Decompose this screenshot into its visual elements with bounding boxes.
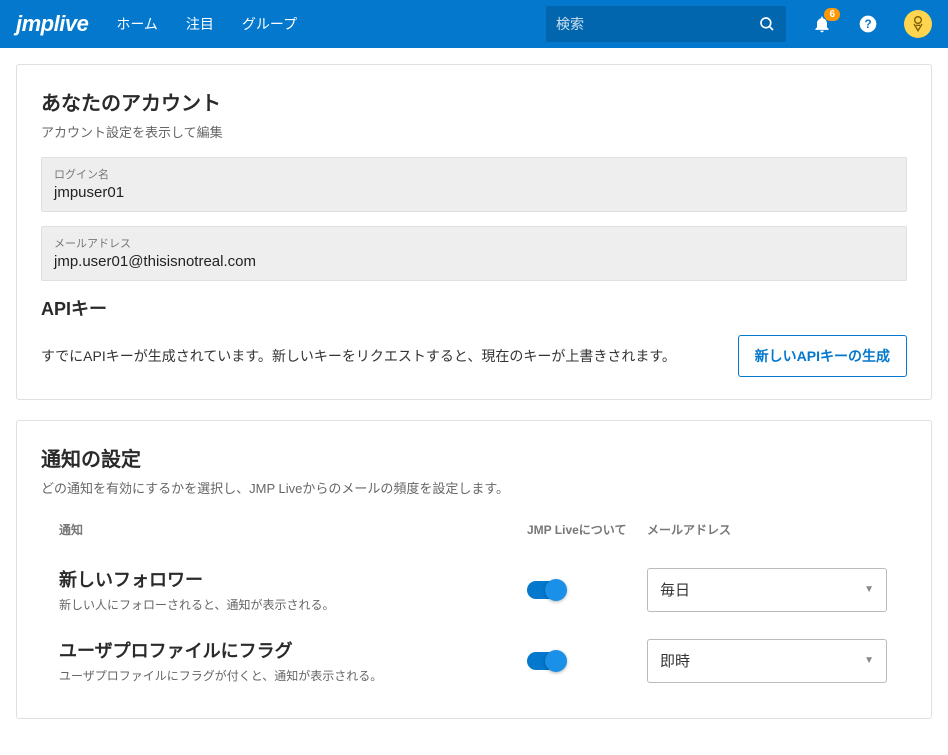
top-bar: jmplive ホーム 注目 グループ 6 ? xyxy=(0,0,948,48)
email-label: メールアドレス xyxy=(54,235,894,251)
notifications-header-row: 通知 JMP Liveについて メールアドレス xyxy=(41,513,907,554)
follower-frequency-select[interactable]: 毎日 ▼ xyxy=(647,568,887,612)
flag-title: ユーザプロファイルにフラグ xyxy=(41,637,527,663)
login-value: jmpuser01 xyxy=(54,184,894,201)
nav-home[interactable]: ホーム xyxy=(116,14,158,34)
nav-featured[interactable]: 注目 xyxy=(186,14,214,34)
email-field: メールアドレス jmp.user01@thisisnotreal.com xyxy=(41,226,907,281)
api-description: すでにAPIキーが生成されています。新しいキーをリクエストすると、現在のキーが上… xyxy=(41,346,676,366)
notifications-badge: 6 xyxy=(824,8,840,21)
follower-toggle[interactable] xyxy=(527,581,565,599)
svg-text:?: ? xyxy=(864,18,871,31)
search-icon[interactable] xyxy=(758,15,776,33)
follower-frequency-value: 毎日 xyxy=(660,579,690,600)
login-field: ログイン名 jmpuser01 xyxy=(41,157,907,212)
nav-groups[interactable]: グループ xyxy=(242,14,297,34)
account-subtitle: アカウント設定を表示して編集 xyxy=(41,122,907,141)
flag-desc: ユーザプロファイルにフラグが付くと、通知が表示される。 xyxy=(41,667,527,684)
search-input[interactable] xyxy=(556,16,758,32)
account-title: あなたのアカウント xyxy=(41,87,907,116)
app-logo[interactable]: jmplive xyxy=(16,11,88,37)
follower-desc: 新しい人にフォローされると、通知が表示される。 xyxy=(41,596,527,613)
api-row: すでにAPIキーが生成されています。新しいキーをリクエストすると、現在のキーが上… xyxy=(41,335,907,377)
notification-row-flag: ユーザプロファイルにフラグ ユーザプロファイルにフラグが付くと、通知が表示される… xyxy=(41,625,907,696)
flag-frequency-value: 即時 xyxy=(660,650,690,671)
flag-frequency-select[interactable]: 即時 ▼ xyxy=(647,639,887,683)
email-value: jmp.user01@thisisnotreal.com xyxy=(54,253,894,270)
account-card: あなたのアカウント アカウント設定を表示して編集 ログイン名 jmpuser01… xyxy=(16,64,932,400)
generate-api-key-button[interactable]: 新しいAPIキーの生成 xyxy=(738,335,907,377)
chevron-down-icon: ▼ xyxy=(864,655,874,666)
main-nav: ホーム 注目 グループ xyxy=(116,14,297,34)
col-header-about: JMP Liveについて xyxy=(527,521,647,538)
help-button[interactable]: ? xyxy=(858,14,878,34)
notifications-subtitle: どの通知を有効にするかを選択し、JMP Liveからのメールの頻度を設定します。 xyxy=(41,478,907,497)
col-header-email: メールアドレス xyxy=(647,521,907,538)
notifications-button[interactable]: 6 xyxy=(812,14,832,34)
notifications-card: 通知の設定 どの通知を有効にするかを選択し、JMP Liveからのメールの頻度を… xyxy=(16,420,932,719)
col-header-notification: 通知 xyxy=(41,521,527,538)
flag-toggle[interactable] xyxy=(527,652,565,670)
avatar[interactable] xyxy=(904,10,932,38)
follower-title: 新しいフォロワー xyxy=(41,566,527,592)
notification-row-follower: 新しいフォロワー 新しい人にフォローされると、通知が表示される。 毎日 ▼ xyxy=(41,554,907,625)
api-section-title: APIキー xyxy=(41,295,907,321)
search-box[interactable] xyxy=(546,6,786,42)
notifications-title: 通知の設定 xyxy=(41,443,907,472)
chevron-down-icon: ▼ xyxy=(864,584,874,595)
page-content: あなたのアカウント アカウント設定を表示して編集 ログイン名 jmpuser01… xyxy=(0,48,948,755)
login-label: ログイン名 xyxy=(54,166,894,182)
